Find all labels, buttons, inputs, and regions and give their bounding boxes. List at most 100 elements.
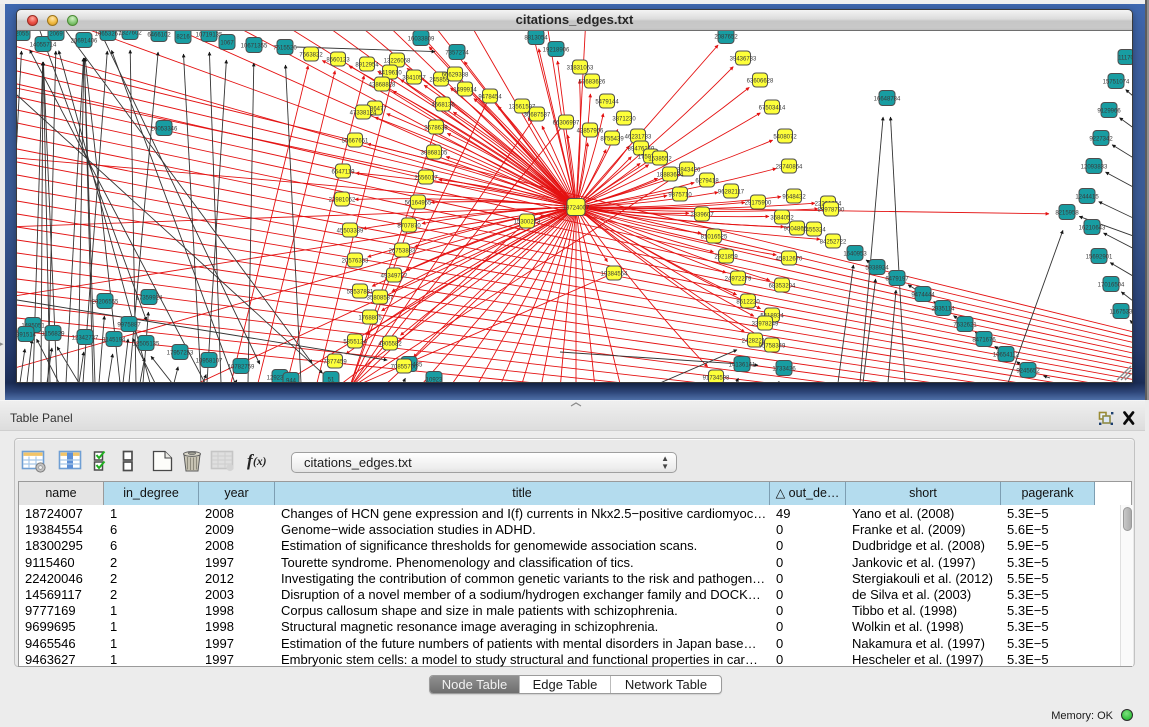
svg-text:6647119: 6647119 <box>332 170 356 176</box>
svg-text:26753883: 26753883 <box>389 249 416 255</box>
svg-text:47338124: 47338124 <box>350 111 377 117</box>
svg-text:14136141: 14136141 <box>729 363 756 369</box>
svg-text:391514: 391514 <box>17 333 37 339</box>
svg-text:35808537: 35808537 <box>367 296 394 302</box>
svg-text:944: 944 <box>286 379 297 383</box>
svg-text:8707870: 8707870 <box>397 224 421 230</box>
svg-text:91734598: 91734598 <box>703 376 730 382</box>
svg-text:3341057: 3341057 <box>402 76 426 82</box>
svg-text:67503414: 67503414 <box>759 106 786 112</box>
svg-text:17359924: 17359924 <box>136 296 163 302</box>
svg-text:57683626: 57683626 <box>579 80 606 86</box>
svg-text:19384554: 19384554 <box>601 272 628 278</box>
svg-text:8912954: 8912954 <box>355 63 379 69</box>
svg-text:2055: 2055 <box>17 32 29 38</box>
svg-text:39436733: 39436733 <box>730 57 757 63</box>
svg-text:8471676: 8471676 <box>972 338 996 344</box>
svg-text:36687537: 36687537 <box>524 113 551 119</box>
svg-text:17016504: 17016504 <box>1098 283 1125 289</box>
svg-text:16648784: 16648784 <box>874 97 901 103</box>
svg-text:29175900: 29175900 <box>745 201 772 207</box>
svg-text:8755439: 8755439 <box>600 137 624 143</box>
svg-text:1167533: 1167533 <box>1110 310 1132 316</box>
svg-text:10923: 10923 <box>426 378 443 383</box>
svg-text:1538552: 1538552 <box>648 157 672 163</box>
svg-text:16210643: 16210643 <box>1079 226 1106 232</box>
svg-text:4668136: 4668136 <box>431 103 455 109</box>
svg-text:20206555: 20206555 <box>92 300 119 306</box>
svg-text:7357274: 7357274 <box>445 51 469 57</box>
svg-text:9375710: 9375710 <box>668 193 692 199</box>
svg-text:8813054: 8813054 <box>524 36 548 42</box>
svg-text:46231783: 46231783 <box>625 135 652 141</box>
svg-text:13226058: 13226058 <box>384 59 411 65</box>
svg-text:10654112: 10654112 <box>993 353 1020 359</box>
svg-text:9975887: 9975887 <box>117 323 141 329</box>
svg-text:11170: 11170 <box>1118 56 1132 62</box>
svg-text:16033809: 16033809 <box>408 37 435 43</box>
svg-text:1327602: 1327602 <box>118 31 142 37</box>
svg-text:7632621: 7632621 <box>953 323 977 329</box>
svg-text:20576383: 20576383 <box>342 259 369 265</box>
svg-text:2556017: 2556017 <box>414 176 438 182</box>
svg-text:10958107: 10958107 <box>196 359 223 365</box>
svg-text:12342737: 12342737 <box>72 336 99 342</box>
svg-text:45812670: 45812670 <box>776 257 803 263</box>
svg-text:8215958: 8215958 <box>1055 211 1079 217</box>
svg-text:6279418: 6279418 <box>695 179 719 185</box>
svg-text:24972279: 24972279 <box>725 277 752 283</box>
svg-text:4905582: 4905582 <box>378 342 402 348</box>
svg-text:2087652: 2087652 <box>714 35 738 41</box>
svg-text:66629388: 66629388 <box>442 73 469 79</box>
svg-text:(x): (x) <box>253 456 267 468</box>
svg-text:18883684: 18883684 <box>657 173 684 179</box>
svg-text:49349722: 49349722 <box>381 274 408 280</box>
svg-text:12505135: 12505135 <box>133 342 160 348</box>
svg-text:10782759: 10782759 <box>228 365 255 371</box>
svg-text:5479144: 5479144 <box>595 100 619 106</box>
svg-text:18724007: 18724007 <box>563 206 590 212</box>
svg-text:30868105: 30868105 <box>421 151 448 157</box>
svg-text:17957253: 17957253 <box>167 351 194 357</box>
svg-text:9245652: 9245652 <box>1016 369 1040 375</box>
svg-text:2921859: 2921859 <box>714 255 738 261</box>
svg-text:20691406: 20691406 <box>71 39 98 45</box>
svg-text:1640953: 1640953 <box>843 252 867 258</box>
svg-text:66306997: 66306997 <box>553 121 580 127</box>
svg-text:6479197: 6479197 <box>885 277 909 283</box>
svg-text:14055714: 14055714 <box>30 43 57 49</box>
svg-text:7455324: 7455324 <box>802 228 826 234</box>
svg-text:10671355: 10671355 <box>241 44 268 50</box>
svg-text:6466102: 6466102 <box>147 33 171 39</box>
svg-text:15751074: 15751074 <box>1103 80 1130 86</box>
svg-text:9474444: 9474444 <box>911 293 935 299</box>
svg-text:15692901: 15692901 <box>1086 255 1113 261</box>
svg-text:89978790: 89978790 <box>818 208 845 214</box>
svg-text:1733426: 1733426 <box>772 367 796 373</box>
svg-text:1244415: 1244415 <box>1075 195 1099 201</box>
svg-text:1156829: 1156829 <box>42 332 66 338</box>
svg-text:9478454: 9478454 <box>478 95 502 101</box>
svg-text:9548432: 9548432 <box>782 195 806 201</box>
svg-text:1419610: 1419610 <box>378 71 402 77</box>
svg-text:33978249: 33978249 <box>752 322 779 328</box>
svg-text:1067: 1067 <box>220 41 234 47</box>
svg-text:9227342: 9227342 <box>1089 137 1113 143</box>
svg-text:51: 51 <box>328 378 335 383</box>
svg-text:2935114: 2935114 <box>932 307 956 313</box>
svg-text:42868828: 42868828 <box>369 83 396 89</box>
svg-text:20053346: 20053346 <box>151 127 178 133</box>
svg-text:7515526: 7515526 <box>273 46 297 52</box>
svg-text:5855124: 5855124 <box>343 340 367 346</box>
svg-text:81016525: 81016525 <box>701 235 728 241</box>
svg-text:5938924: 5938924 <box>865 266 889 272</box>
svg-text:9129966: 9129966 <box>1097 109 1121 115</box>
svg-text:7663822: 7663822 <box>299 53 323 59</box>
svg-text:1499914: 1499914 <box>453 88 477 94</box>
svg-text:55667651: 55667651 <box>342 139 369 145</box>
svg-text:2839607: 2839607 <box>690 213 714 219</box>
svg-text:22981052: 22981052 <box>329 198 356 204</box>
svg-text:96282117: 96282117 <box>718 190 745 196</box>
svg-text:3678638: 3678638 <box>424 126 448 132</box>
svg-text:8660123: 8660123 <box>326 58 350 64</box>
